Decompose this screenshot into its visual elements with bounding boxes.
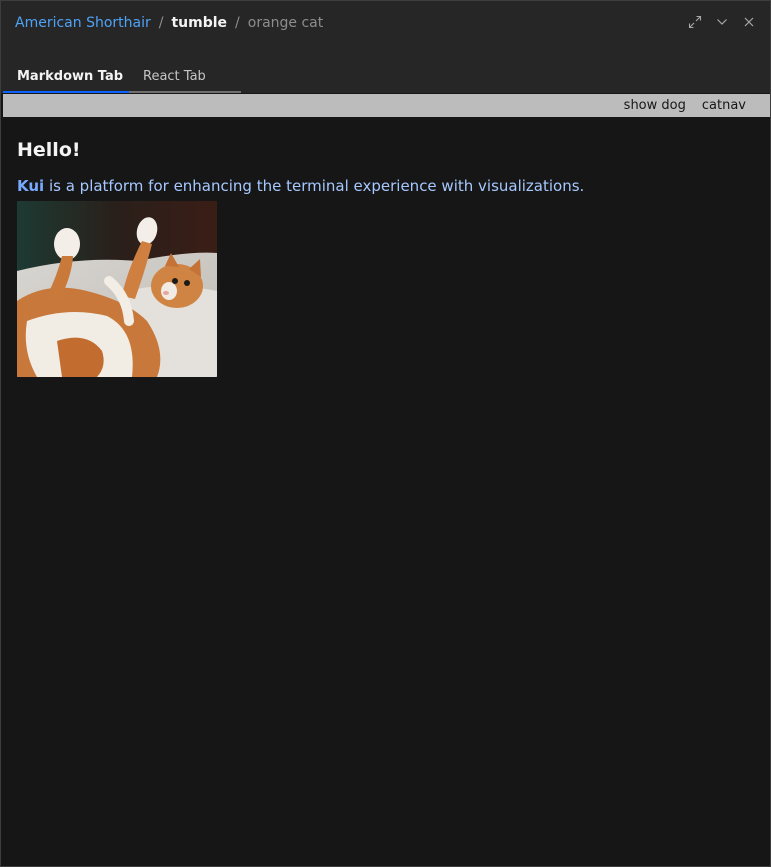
breadcrumb-separator: /: [235, 15, 240, 31]
content-paragraph: Kui is a platform for enhancing the term…: [17, 175, 754, 197]
window-controls: [681, 13, 762, 31]
close-icon: [744, 17, 753, 27]
chevron-down-icon: [716, 19, 727, 25]
breadcrumb-title: tumble: [171, 15, 228, 31]
breadcrumb-separator: /: [158, 15, 164, 31]
tab-markdown[interactable]: Markdown Tab: [3, 62, 129, 93]
catnav-button[interactable]: catnav: [702, 98, 746, 113]
breadcrumb-subtitle: orange cat: [247, 15, 324, 31]
content-heading: Hello!: [17, 139, 81, 161]
toolbar: show dog catnav: [3, 94, 770, 117]
show-dog-button[interactable]: show dog: [624, 98, 686, 113]
paragraph-text: is a platform for enhancing the terminal…: [44, 177, 585, 195]
tab-react[interactable]: React Tab: [129, 62, 241, 93]
tab-bar: Markdown Tab React Tab: [3, 62, 241, 93]
breadcrumb: American Shorthair / tumble / orange cat: [15, 13, 323, 33]
maximize-icon: [688, 15, 701, 29]
collapse-button[interactable]: [708, 13, 735, 31]
markdown-content: Hello! Kui is a platform for enhancing t…: [17, 137, 754, 377]
cat-image: [17, 201, 217, 377]
breadcrumb-app[interactable]: American Shorthair: [15, 15, 151, 31]
close-button[interactable]: [735, 13, 762, 31]
maximize-button[interactable]: [681, 13, 708, 31]
kui-link[interactable]: Kui: [17, 177, 44, 195]
sidecar-header: American Shorthair / tumble / orange cat: [1, 1, 770, 93]
sidecar-window: American Shorthair / tumble / orange cat: [0, 0, 771, 867]
